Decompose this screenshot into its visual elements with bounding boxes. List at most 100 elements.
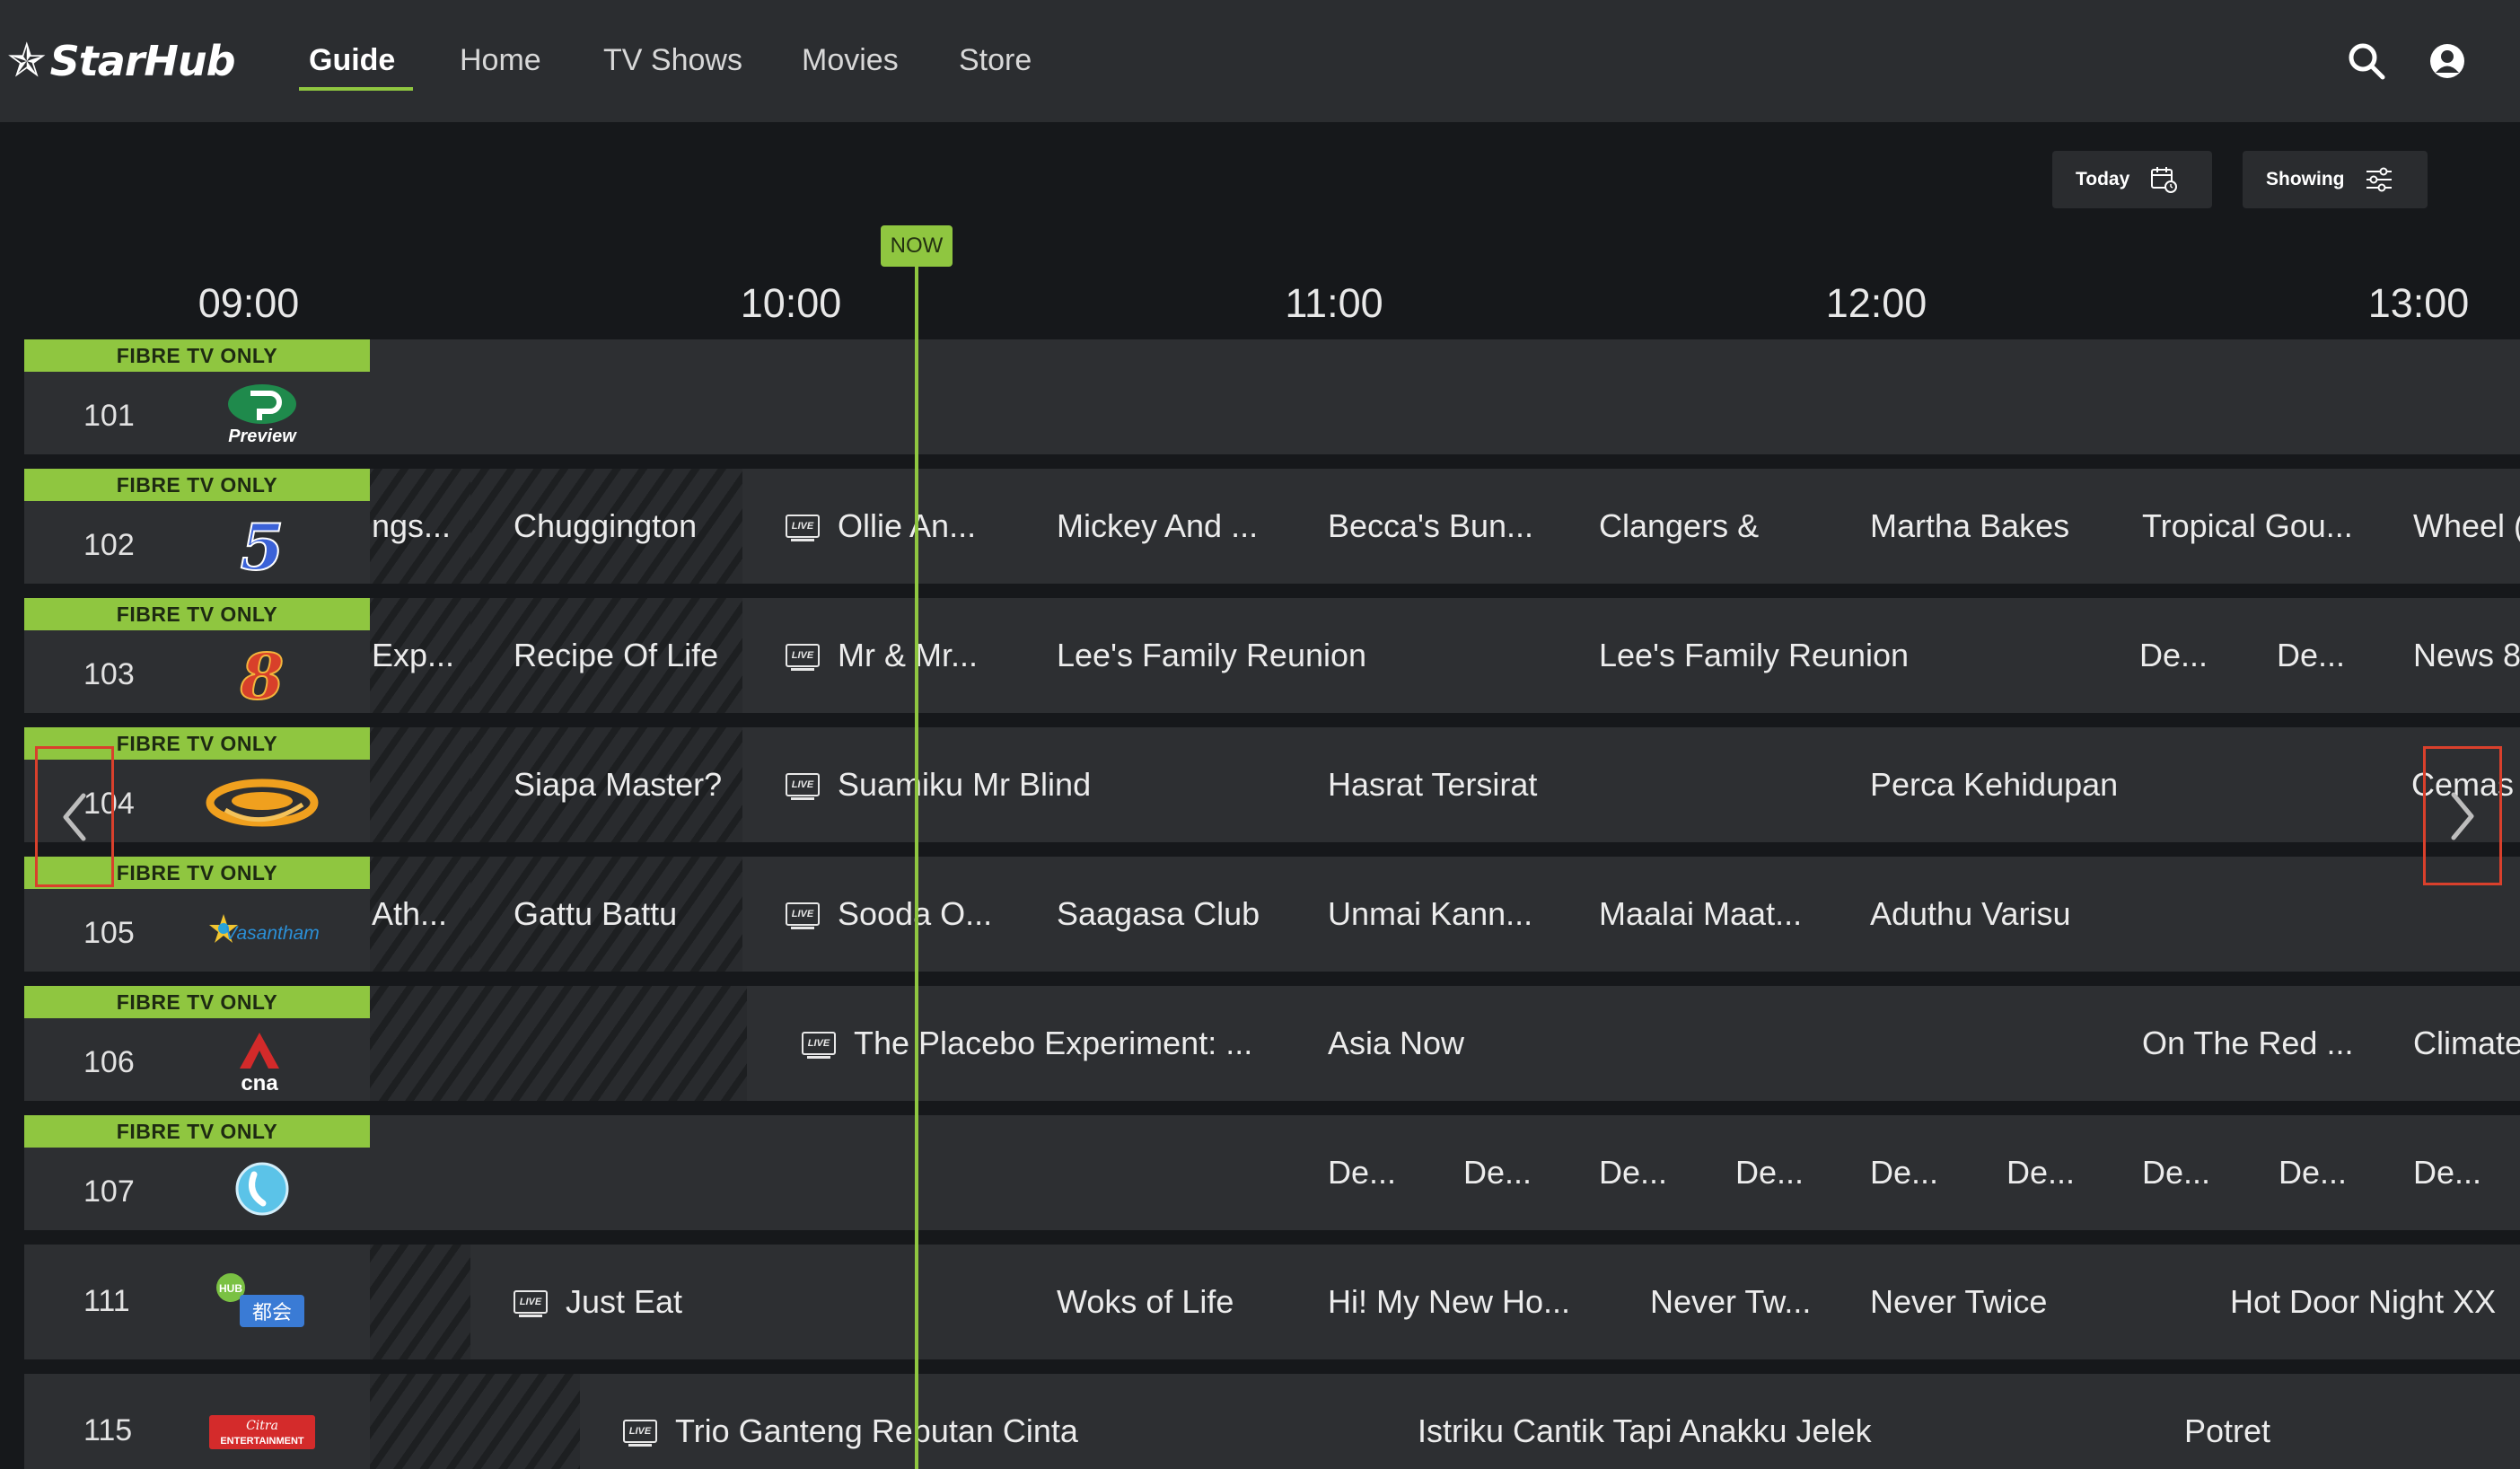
channel-cell-102[interactable]: FIBRE TV ONLY 102 5 bbox=[24, 469, 370, 585]
program-title-text: De... bbox=[2277, 637, 2346, 673]
program-cell[interactable]: Lee's Family Reunion bbox=[1556, 598, 2089, 713]
program-title: Siapa Master? bbox=[514, 727, 722, 842]
program-cell[interactable]: De... bbox=[1285, 1115, 1415, 1230]
program-cell[interactable]: Asia Now bbox=[1285, 986, 2090, 1101]
program-cell[interactable]: Becca's Bun... bbox=[1285, 469, 1557, 584]
channel-number: 102 bbox=[83, 528, 135, 562]
program-cell[interactable]: Saagasa Club bbox=[1014, 857, 1286, 972]
program-cell[interactable] bbox=[370, 1374, 590, 1469]
program-title-text: Mr & Mr... bbox=[838, 637, 978, 673]
program-cell[interactable]: Exp... bbox=[370, 598, 478, 713]
program-cell[interactable]: Hasrat Tersirat bbox=[1285, 727, 1818, 842]
channel-cell-103[interactable]: FIBRE TV ONLY 103 8 bbox=[24, 598, 370, 715]
program-cell[interactable]: Never Twice bbox=[1827, 1245, 2182, 1359]
program-cell[interactable]: On The Red ... bbox=[2099, 986, 2356, 1101]
program-cell[interactable]: Istriku Cantik Tapi Anakku Jelek bbox=[1374, 1374, 2148, 1469]
program-title-text: Saagasa Club bbox=[1057, 895, 1260, 932]
account-icon[interactable] bbox=[2426, 40, 2469, 83]
program-cell[interactable]: Chuggington bbox=[470, 469, 742, 584]
program-cell[interactable]: LIVE The Placebo Experiment: ... bbox=[759, 986, 1284, 1101]
channel-cell-115[interactable]: 115 Citra ENTERTAINMENT bbox=[24, 1374, 370, 1469]
program-title-text: News 8 bbox=[2413, 637, 2520, 673]
program-cell[interactable] bbox=[370, 727, 478, 842]
program-cell[interactable]: Recipe Of Life bbox=[470, 598, 742, 713]
program-title: Lee's Family Reunion bbox=[1599, 598, 1909, 713]
channel-cell-101[interactable]: FIBRE TV ONLY 101 Preview bbox=[24, 339, 370, 454]
program-cell[interactable]: Maalai Maat... bbox=[1556, 857, 1828, 972]
program-title: Ath... bbox=[372, 857, 447, 972]
now-badge: NOW bbox=[881, 225, 953, 267]
scroll-right-button[interactable] bbox=[2423, 746, 2502, 885]
program-cell[interactable]: Unmai Kann... bbox=[1285, 857, 1557, 972]
program-cell[interactable] bbox=[370, 986, 747, 1101]
program-cell[interactable]: Hi! My New Ho... bbox=[1285, 1245, 1598, 1359]
program-cell[interactable]: De... bbox=[2235, 1115, 2363, 1230]
program-cell[interactable]: LIVE Suamiku Mr Blind bbox=[742, 727, 1277, 842]
program-title: De... bbox=[1599, 1115, 1667, 1230]
program-cell[interactable]: Woks of Life bbox=[1014, 1245, 1286, 1359]
starhub-logo[interactable]: ✯ StarHub bbox=[7, 32, 236, 90]
now-indicator-line bbox=[915, 267, 918, 1469]
program-cell[interactable]: De... bbox=[2234, 598, 2364, 713]
channel-cell-111[interactable]: 111 HUB 都会 bbox=[24, 1245, 370, 1359]
fibre-tv-only-badge: FIBRE TV ONLY bbox=[24, 469, 370, 501]
channel-number: 107 bbox=[83, 1174, 135, 1209]
showing-filter-button[interactable]: Showing bbox=[2243, 151, 2428, 208]
program-cell[interactable]: ngs... bbox=[370, 469, 478, 584]
live-tv-icon: LIVE bbox=[786, 644, 820, 671]
scroll-left-button[interactable] bbox=[35, 746, 114, 887]
program-title: Martha Bakes bbox=[1870, 469, 2069, 584]
program-cell[interactable]: Ath... bbox=[370, 857, 478, 972]
nav-store[interactable]: Store bbox=[959, 43, 1032, 78]
program-cell[interactable]: Wheel ( bbox=[2370, 469, 2520, 584]
program-cell[interactable]: De... bbox=[2096, 598, 2226, 713]
program-cell[interactable]: De... bbox=[2099, 1115, 2229, 1230]
program-cell[interactable]: De... bbox=[1420, 1115, 1548, 1230]
program-cell[interactable]: Perca Kehidupan bbox=[1827, 727, 2361, 842]
nav-movies[interactable]: Movies bbox=[802, 43, 899, 78]
channel-cell-107[interactable]: FIBRE TV ONLY 107 bbox=[24, 1115, 370, 1230]
program-cell[interactable]: Gattu Battu bbox=[470, 857, 742, 972]
program-cell[interactable] bbox=[370, 1245, 478, 1359]
program-cell[interactable]: Aduthu Varisu bbox=[1827, 857, 2520, 972]
program-cell[interactable]: LIVE Ollie An... bbox=[742, 469, 1014, 584]
program-cell[interactable]: LIVE Mr & Mr... bbox=[742, 598, 1014, 713]
search-icon[interactable] bbox=[2345, 40, 2388, 83]
program-cell[interactable]: Hot Door Night XX bbox=[2187, 1245, 2520, 1359]
program-cell[interactable]: De... bbox=[1692, 1115, 1820, 1230]
fibre-tv-only-badge: FIBRE TV ONLY bbox=[24, 339, 370, 372]
program-title-text: Hasrat Tersirat bbox=[1328, 766, 1538, 803]
program-title-text: De... bbox=[2413, 1154, 2482, 1191]
program-cell[interactable]: Mickey And ... bbox=[1014, 469, 1286, 584]
program-cell[interactable]: Potret bbox=[2141, 1374, 2520, 1469]
program-title: LIVE Just Eat bbox=[514, 1245, 682, 1359]
program-title-text: Tropical Gou... bbox=[2142, 507, 2353, 544]
program-cell[interactable]: De... bbox=[1556, 1115, 1686, 1230]
program-cell[interactable]: Siapa Master? bbox=[470, 727, 742, 842]
vasantham-logo: Vasantham bbox=[204, 898, 320, 964]
program-cell[interactable]: Martha Bakes bbox=[1827, 469, 2099, 584]
program-title: Never Tw... bbox=[1650, 1245, 1811, 1359]
program-cell[interactable]: Tropical Gou... bbox=[2099, 469, 2371, 584]
today-date-button[interactable]: Today bbox=[2052, 151, 2212, 208]
nav-home[interactable]: Home bbox=[460, 43, 541, 78]
program-cell[interactable]: De... bbox=[1827, 1115, 1957, 1230]
program-cell[interactable]: Lee's Family Reunion bbox=[1014, 598, 1548, 713]
program-cell[interactable]: De... bbox=[1963, 1115, 2091, 1230]
program-cell[interactable]: LIVE Sooda O... bbox=[742, 857, 1014, 972]
program-title: De... bbox=[1328, 1115, 1396, 1230]
time-slot-1100: 11:00 bbox=[1285, 280, 1383, 326]
program-cell[interactable]: LIVE Trio Ganteng Rebutan Cinta bbox=[580, 1374, 1373, 1469]
program-cell[interactable]: Climate bbox=[2370, 986, 2520, 1101]
program-cell[interactable]: De... bbox=[2370, 1115, 2520, 1230]
program-title: Maalai Maat... bbox=[1599, 857, 1802, 972]
program-cell[interactable]: News 8 bbox=[2370, 598, 2520, 713]
program-cell[interactable]: Never Tw... bbox=[1607, 1245, 1827, 1359]
program-cell[interactable]: Clangers & bbox=[1556, 469, 1828, 584]
nav-guide[interactable]: Guide bbox=[309, 43, 395, 78]
nav-tv-shows[interactable]: TV Shows bbox=[603, 43, 742, 78]
program-title: De... bbox=[1463, 1115, 1532, 1230]
program-cell[interactable]: LIVE Just Eat bbox=[470, 1245, 1014, 1359]
channel-5-logo-text: 5 bbox=[241, 510, 285, 576]
channel-cell-106[interactable]: FIBRE TV ONLY 106 cna bbox=[24, 986, 370, 1101]
